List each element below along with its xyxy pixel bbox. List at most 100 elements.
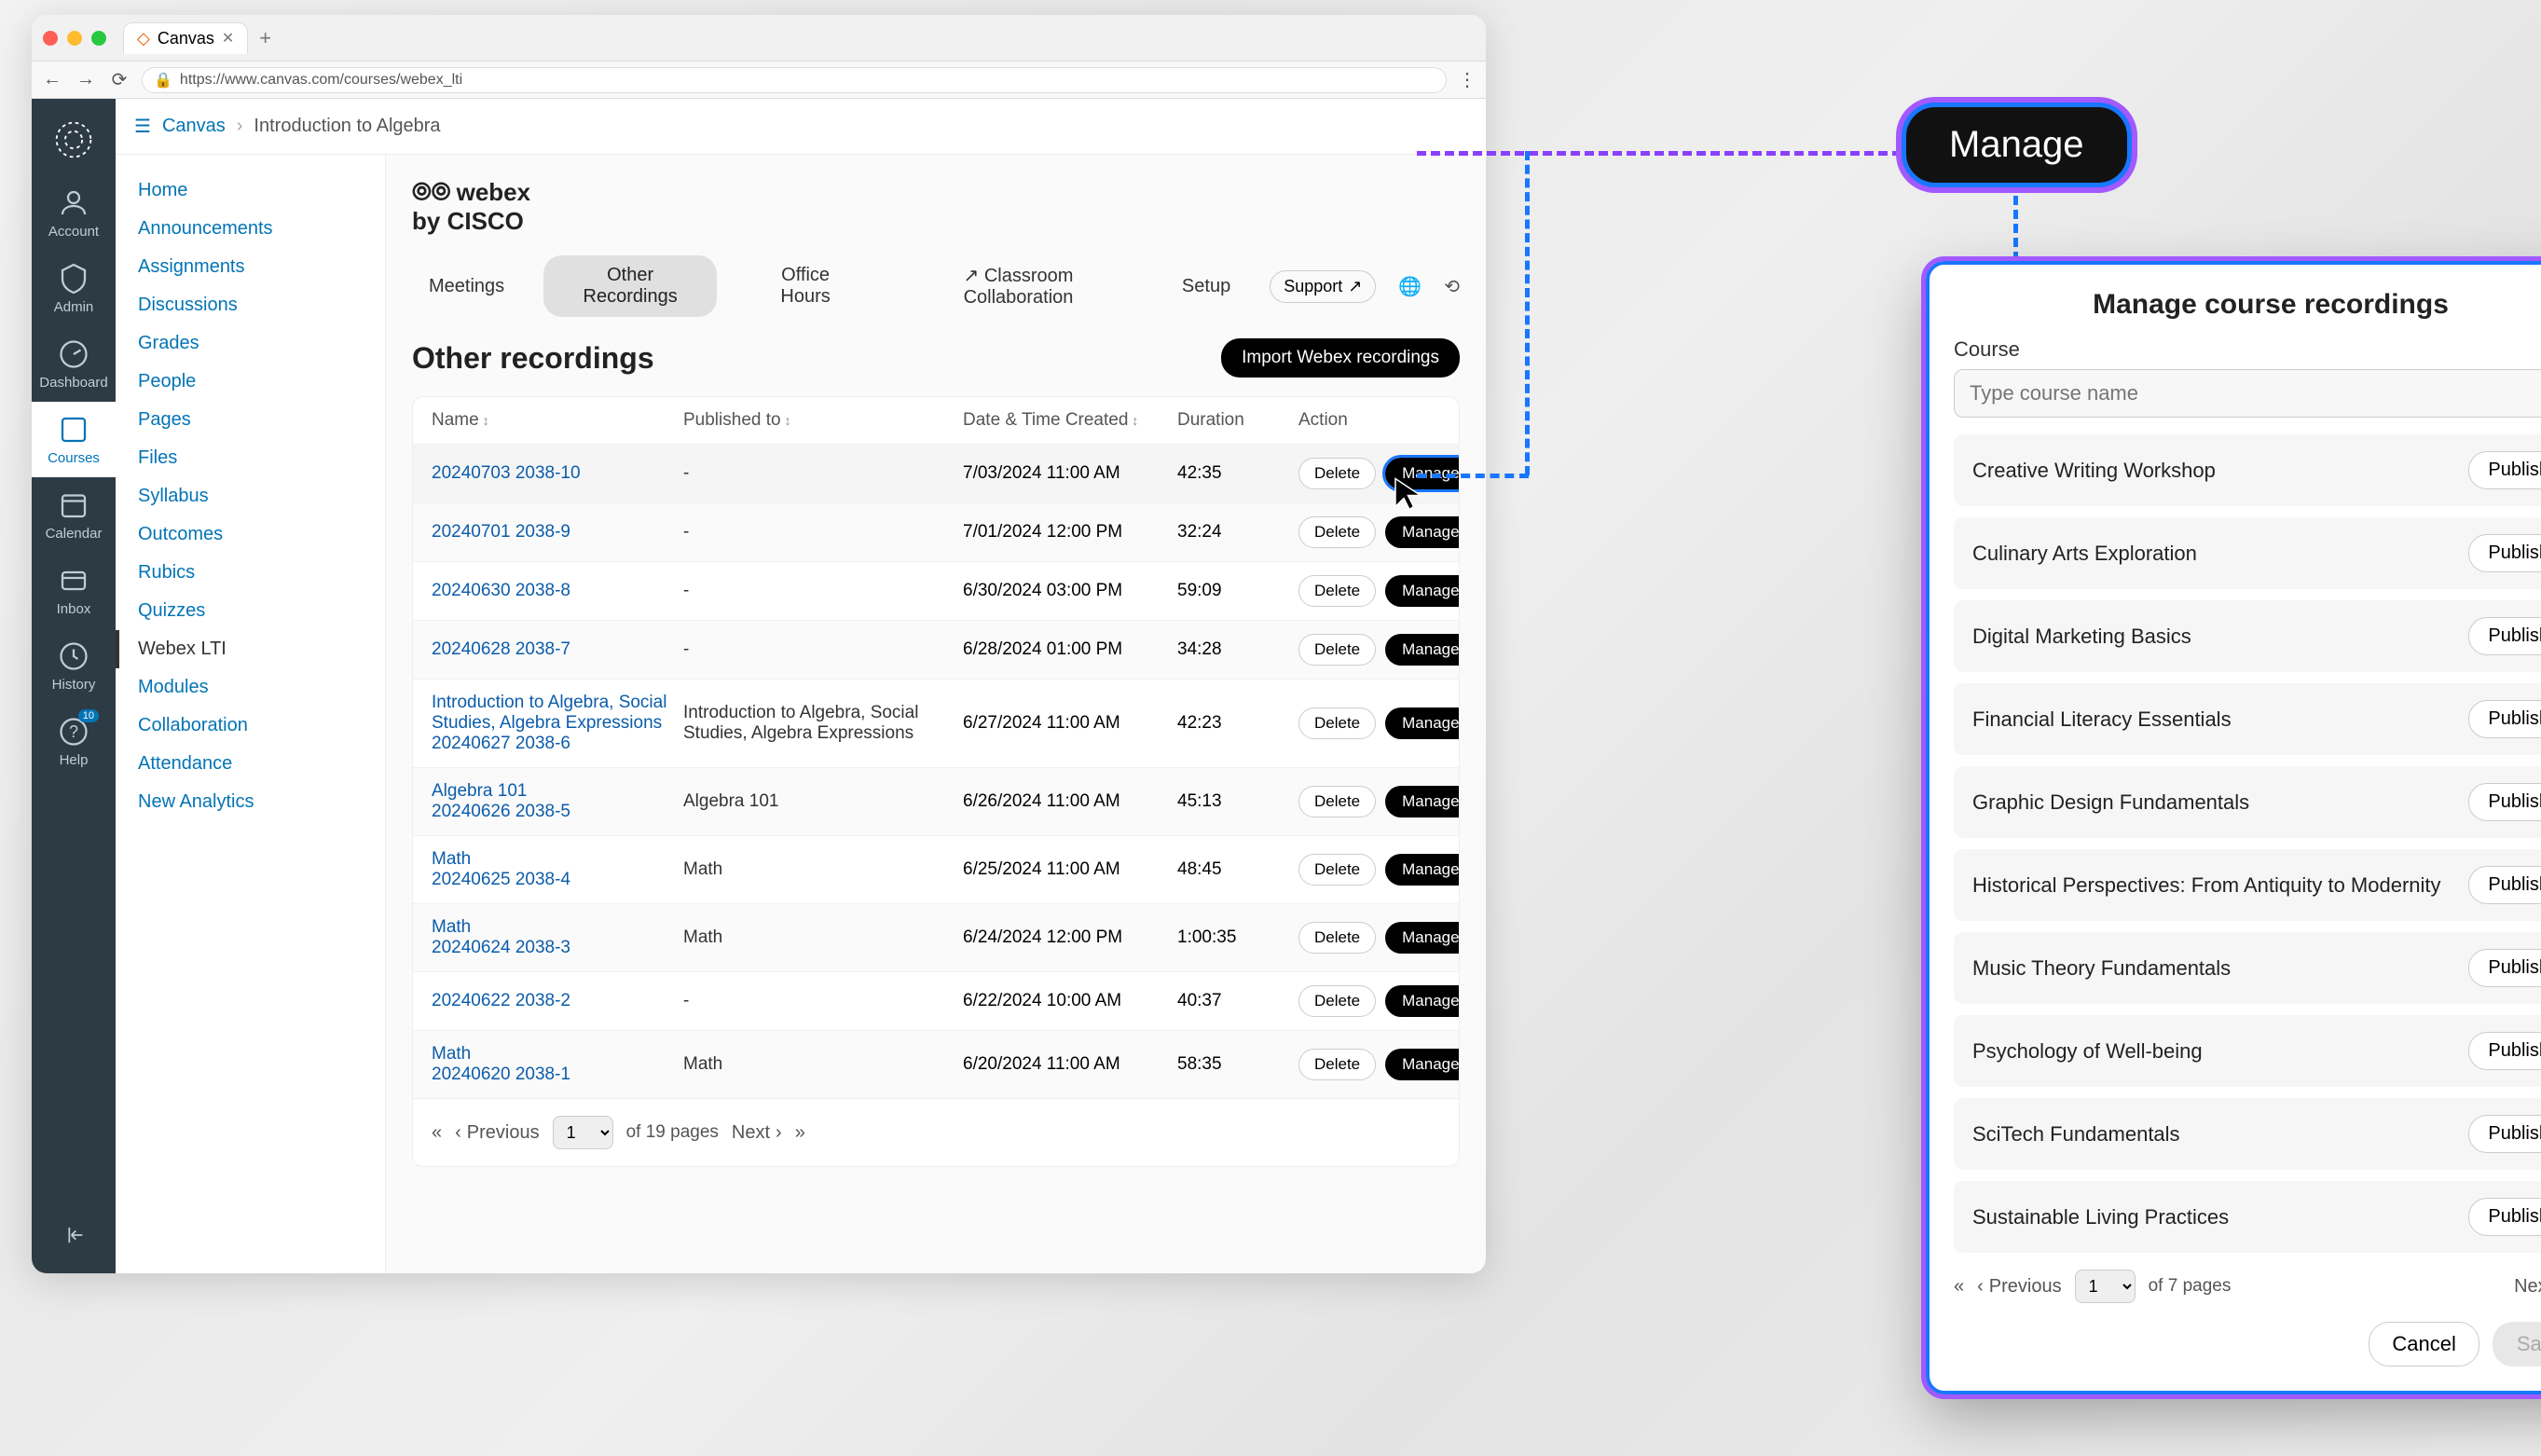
browser-tab[interactable]: ◇ Canvas ✕	[123, 22, 248, 54]
publish-button[interactable]: Publish	[2468, 534, 2541, 572]
globe-icon[interactable]: 🌐	[1398, 275, 1422, 298]
delete-button[interactable]: Delete	[1298, 922, 1376, 954]
course-nav-item[interactable]: Home	[116, 172, 385, 210]
course-nav-item[interactable]: Pages	[116, 401, 385, 439]
publish-button[interactable]: Publish	[2468, 1115, 2541, 1153]
recording-name-link[interactable]: 20240701 2038-9	[432, 522, 570, 542]
delete-button[interactable]: Delete	[1298, 1049, 1376, 1080]
manage-button[interactable]: Manage	[1385, 854, 1460, 886]
course-search-input[interactable]	[1954, 369, 2541, 418]
close-window-btn[interactable]	[43, 31, 58, 46]
course-nav-item[interactable]: Outcomes	[116, 515, 385, 554]
delete-button[interactable]: Delete	[1298, 634, 1376, 666]
delete-button[interactable]: Delete	[1298, 516, 1376, 548]
manage-button[interactable]: Manage	[1385, 786, 1460, 817]
tab-other-recordings[interactable]: Other Recordings	[543, 255, 717, 317]
manage-button[interactable]: Manage	[1385, 1049, 1460, 1080]
publish-button[interactable]: Publish	[2468, 783, 2541, 821]
publish-button[interactable]: Publish	[2468, 1198, 2541, 1236]
delete-button[interactable]: Delete	[1298, 458, 1376, 489]
course-nav-item[interactable]: Attendance	[116, 745, 385, 783]
course-nav-item[interactable]: Grades	[116, 324, 385, 363]
course-nav-item[interactable]: Collaboration	[116, 707, 385, 745]
recording-name-link[interactable]: 20240620 2038-1	[432, 1065, 570, 1084]
rail-item-calendar[interactable]: Calendar	[32, 477, 116, 553]
delete-button[interactable]: Delete	[1298, 707, 1376, 739]
rail-item-account[interactable]: Account	[32, 175, 116, 251]
manage-button[interactable]: Manage	[1385, 922, 1460, 954]
recording-name-link[interactable]: 20240622 2038-2	[432, 991, 570, 1010]
recording-name-link[interactable]: Algebra 101	[432, 781, 527, 801]
course-nav-item[interactable]: Webex LTI	[116, 630, 385, 668]
address-bar[interactable]: 🔒 https://www.canvas.com/courses/webex_l…	[142, 67, 1447, 93]
pager-first-button[interactable]: «	[432, 1122, 442, 1144]
delete-button[interactable]: Delete	[1298, 575, 1376, 607]
recording-name-link[interactable]: 20240627 2038-6	[432, 734, 570, 753]
delete-button[interactable]: Delete	[1298, 985, 1376, 1017]
tab-close-icon[interactable]: ✕	[222, 29, 234, 48]
zoom-window-btn[interactable]	[91, 31, 106, 46]
recording-name-link[interactable]: 20240703 2038-10	[432, 463, 581, 483]
recording-name-link[interactable]: 20240625 2038-4	[432, 870, 570, 889]
publish-button[interactable]: Publish	[2468, 451, 2541, 489]
publish-button[interactable]: Publish	[2468, 617, 2541, 655]
publish-button[interactable]: Publish	[2468, 1032, 2541, 1070]
rail-item-dashboard[interactable]: Dashboard	[32, 326, 116, 402]
pager-last-button[interactable]: »	[795, 1122, 805, 1144]
recording-name-link[interactable]: 20240626 2038-5	[432, 802, 570, 821]
course-nav-item[interactable]: Discussions	[116, 286, 385, 324]
recording-name-link[interactable]: 20240628 2038-7	[432, 639, 570, 659]
pager-prev-button[interactable]: ‹ Previous	[455, 1122, 539, 1144]
tab-classroom-collaboration[interactable]: ↗ Classroom Collaboration	[894, 254, 1143, 318]
course-nav-item[interactable]: Rubics	[116, 554, 385, 592]
back-button[interactable]: ←	[41, 69, 63, 90]
pager-next-button[interactable]: Next ›	[2514, 1276, 2541, 1298]
minimize-window-btn[interactable]	[67, 31, 82, 46]
course-nav-item[interactable]: Quizzes	[116, 592, 385, 630]
manage-button[interactable]: Manage	[1385, 516, 1460, 548]
publish-button[interactable]: Publish	[2468, 949, 2541, 987]
course-menu-toggle-icon[interactable]: ☰	[134, 115, 151, 138]
pager-page-select[interactable]: 1	[2075, 1270, 2136, 1303]
rail-item-admin[interactable]: Admin	[32, 251, 116, 326]
pager-next-button[interactable]: Next ›	[732, 1122, 782, 1144]
tab-meetings[interactable]: Meetings	[412, 267, 521, 307]
pager-prev-button[interactable]: ‹ Previous	[1977, 1276, 2061, 1298]
new-tab-button[interactable]: +	[259, 26, 271, 50]
reload-button[interactable]: ⟳	[108, 68, 130, 91]
course-nav-item[interactable]: Assignments	[116, 248, 385, 286]
forward-button[interactable]: →	[75, 69, 97, 90]
course-nav-item[interactable]: People	[116, 363, 385, 401]
tab-setup[interactable]: Setup	[1165, 267, 1247, 307]
manage-button[interactable]: Manage	[1385, 985, 1460, 1017]
rail-item-help[interactable]: ?10Help	[32, 704, 116, 779]
rail-item-courses[interactable]: Courses	[32, 402, 116, 477]
manage-button[interactable]: Manage	[1385, 634, 1460, 666]
rail-item-history[interactable]: History	[32, 628, 116, 704]
col-published[interactable]: Published to	[683, 410, 781, 430]
save-button[interactable]: Save	[2493, 1322, 2541, 1367]
import-recordings-button[interactable]: Import Webex recordings	[1221, 338, 1460, 378]
publish-button[interactable]: Publish	[2468, 700, 2541, 738]
recording-name-link[interactable]: Math	[432, 849, 471, 869]
delete-button[interactable]: Delete	[1298, 854, 1376, 886]
recording-name-link[interactable]: 20240630 2038-8	[432, 581, 570, 600]
pager-first-button[interactable]: «	[1954, 1276, 1964, 1298]
support-link[interactable]: Support↗	[1270, 270, 1376, 303]
course-nav-item[interactable]: Modules	[116, 668, 385, 707]
sync-icon[interactable]: ⟲	[1444, 275, 1460, 298]
col-name[interactable]: Name	[432, 410, 479, 430]
recording-name-link[interactable]: Math	[432, 1044, 471, 1064]
recording-name-link[interactable]: 20240624 2038-3	[432, 938, 570, 957]
manage-button[interactable]: Manage	[1385, 575, 1460, 607]
manage-button[interactable]: Manage	[1385, 707, 1460, 739]
recording-name-link[interactable]: Introduction to Algebra, Social Studies,…	[432, 693, 666, 733]
delete-button[interactable]: Delete	[1298, 786, 1376, 817]
collapse-nav-button[interactable]	[61, 1222, 87, 1255]
browser-menu-button[interactable]: ⋮	[1458, 68, 1477, 91]
pager-page-select[interactable]: 1	[553, 1116, 613, 1149]
course-nav-item[interactable]: Files	[116, 439, 385, 477]
rail-item-inbox[interactable]: Inbox	[32, 553, 116, 628]
cancel-button[interactable]: Cancel	[2369, 1322, 2479, 1367]
col-datetime[interactable]: Date & Time Created	[963, 410, 1128, 430]
